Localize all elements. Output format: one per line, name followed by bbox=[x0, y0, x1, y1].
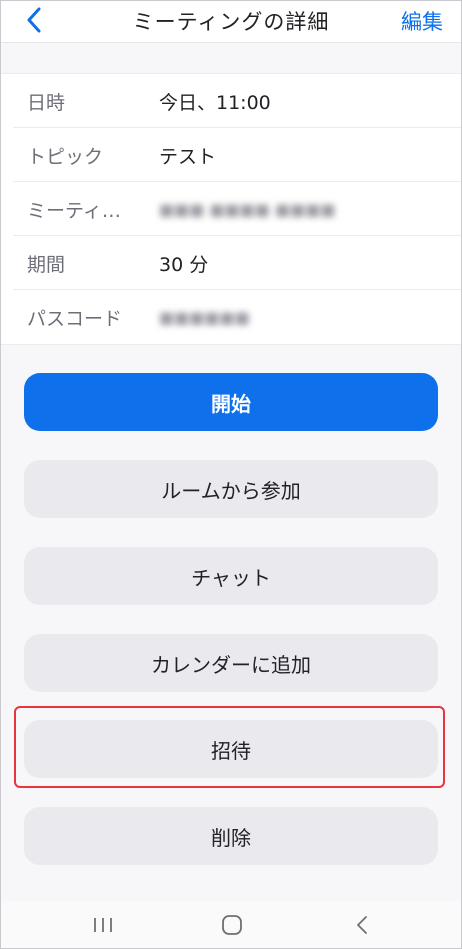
detail-value-passcode: ■■■■■■ bbox=[159, 307, 250, 327]
detail-value-datetime: 今日、11:00 bbox=[159, 91, 271, 114]
detail-label-topic: トピック bbox=[27, 145, 104, 168]
nav-back-button[interactable] bbox=[327, 901, 397, 948]
detail-row-datetime: 日時 今日、11:00 bbox=[1, 74, 461, 128]
page-title: ミーティングの詳細 bbox=[132, 10, 330, 34]
edit-button[interactable]: 編集 bbox=[401, 6, 443, 36]
join-from-room-button[interactable]: ルームから参加 bbox=[24, 460, 438, 518]
nav-recent-button[interactable] bbox=[68, 901, 138, 948]
detail-label-meeting-id: ミーティ… bbox=[27, 199, 121, 222]
invite-button[interactable]: 招待 bbox=[24, 720, 438, 778]
detail-row-duration: 期間 30 分 bbox=[1, 236, 461, 290]
start-button[interactable]: 開始 bbox=[24, 373, 438, 431]
detail-label-datetime: 日時 bbox=[27, 91, 66, 114]
nav-back-icon bbox=[357, 915, 367, 934]
detail-label-passcode: パスコード bbox=[27, 307, 123, 330]
detail-row-topic: トピック テスト bbox=[1, 128, 461, 182]
recent-apps-icon bbox=[94, 917, 112, 932]
detail-value-meeting-id: ■■■ ■■■■ ■■■■ bbox=[159, 199, 336, 219]
home-icon bbox=[222, 914, 242, 935]
delete-button[interactable]: 削除 bbox=[24, 807, 438, 865]
header-bar: ミーティングの詳細 編集 bbox=[1, 1, 461, 43]
detail-value-duration: 30 分 bbox=[159, 253, 209, 276]
detail-value-topic: テスト bbox=[159, 145, 217, 168]
meeting-details-list: 日時 今日、11:00 トピック テスト ミーティ… ■■■ ■■■■ ■■■■… bbox=[1, 73, 461, 345]
chat-button[interactable]: チャット bbox=[24, 547, 438, 605]
system-nav-bar bbox=[1, 901, 461, 948]
detail-row-passcode: パスコード ■■■■■■ bbox=[1, 290, 461, 344]
nav-home-button[interactable] bbox=[197, 901, 267, 948]
add-to-calendar-button[interactable]: カレンダーに追加 bbox=[24, 634, 438, 692]
detail-label-duration: 期間 bbox=[27, 253, 66, 276]
detail-row-meeting-id: ミーティ… ■■■ ■■■■ ■■■■ bbox=[1, 182, 461, 236]
